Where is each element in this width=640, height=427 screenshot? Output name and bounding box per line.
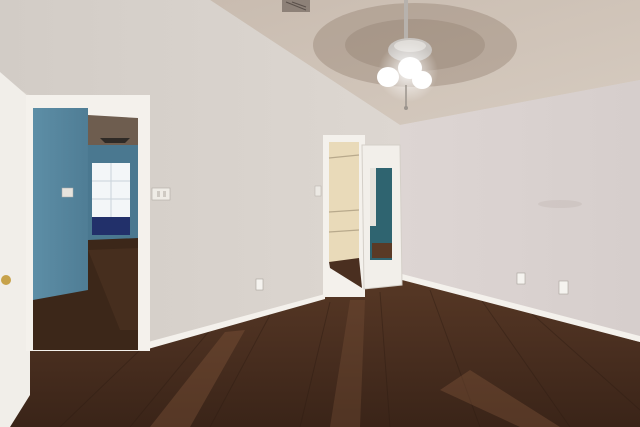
switch-toggle-1 xyxy=(157,191,160,197)
switch-toggle-2 xyxy=(163,191,166,197)
bedroom-scene xyxy=(0,0,640,427)
mirror-floor-reflection xyxy=(372,243,392,258)
light-bulb-1 xyxy=(377,67,399,87)
hallway-ceiling xyxy=(88,115,138,150)
mirror-reflection xyxy=(370,168,376,226)
hallway-wall xyxy=(33,108,88,300)
pull-chain-end xyxy=(404,106,408,110)
light-switch[interactable] xyxy=(151,187,171,201)
wall-mark xyxy=(538,200,582,208)
light-switch-hallway[interactable] xyxy=(61,187,74,198)
light-bulb-3 xyxy=(412,71,432,89)
door-knob[interactable] xyxy=(1,275,11,285)
thermostat-vent xyxy=(314,185,322,197)
open-door-panel[interactable] xyxy=(0,72,30,427)
hallway-wainscot xyxy=(92,217,130,235)
hallway-fan-silhouette xyxy=(100,138,130,143)
bedroom-photo xyxy=(0,0,640,427)
closet-interior xyxy=(329,142,359,262)
outlet-left-wall[interactable] xyxy=(255,278,264,291)
outlet-right-wall-1[interactable] xyxy=(516,272,526,285)
fan-downrod xyxy=(404,0,408,40)
outlet-right-wall-2[interactable] xyxy=(558,280,569,295)
